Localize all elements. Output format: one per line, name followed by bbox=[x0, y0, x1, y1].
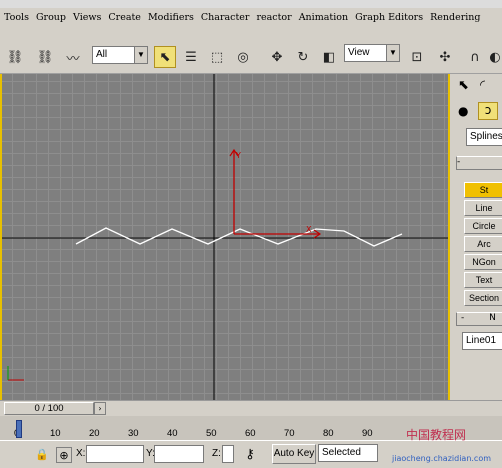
time-slider[interactable]: 0 / 100 › bbox=[0, 400, 502, 416]
tick-label: 70 bbox=[284, 428, 295, 439]
menu-views[interactable]: Views bbox=[69, 12, 104, 23]
z-label: Z: bbox=[212, 448, 221, 459]
window-crossing-icon[interactable]: ◎ bbox=[232, 46, 254, 68]
select-object-icon[interactable]: ⬉ bbox=[154, 46, 176, 68]
modify-tab-icon[interactable]: ◜ bbox=[480, 78, 485, 93]
name-and-color-rollout-header[interactable]: - N bbox=[456, 312, 502, 326]
time-slider-label: 0 / 100 bbox=[34, 403, 64, 414]
window-title-bar bbox=[0, 0, 502, 8]
main-toolbar: ⛓ ⛓ 〰 All ▼ ⬉ ☰ ⬚ ◎ ✥ ↻ ◧ View ▼ ⊡ ✣ ∩ ◐ bbox=[0, 26, 502, 74]
object-name-value: Line01 bbox=[466, 335, 497, 346]
unlink-icon[interactable]: ⛓ bbox=[34, 46, 56, 68]
watermark: 中国教程网 jiaocheng.chazidian.com bbox=[392, 426, 502, 468]
chevron-right-icon[interactable]: › bbox=[94, 402, 106, 415]
select-and-rotate-icon[interactable]: ↻ bbox=[292, 46, 314, 68]
absolute-mode-icon[interactable]: ⊕ bbox=[56, 447, 72, 463]
select-by-name-icon[interactable]: ☰ bbox=[180, 46, 202, 68]
current-frame-marker[interactable] bbox=[16, 420, 22, 438]
command-panel: ⬉ ◜ ● ↄ Splines - St Line Circle Arc NGo… bbox=[452, 74, 502, 400]
menu-bar: Tools Group Views Create Modifiers Chara… bbox=[0, 8, 502, 26]
z-coordinate-field[interactable] bbox=[222, 445, 234, 463]
rectangular-selection-icon[interactable]: ⬚ bbox=[206, 46, 228, 68]
watermark-url: jiaocheng.chazidian.com bbox=[392, 454, 492, 463]
selection-filter-dropdown[interactable]: All ▼ bbox=[92, 46, 148, 64]
menu-modifiers[interactable]: Modifiers bbox=[144, 12, 197, 23]
chevron-down-icon: ▼ bbox=[134, 47, 147, 63]
reference-coordinate-value: View bbox=[348, 47, 370, 58]
ngon-button[interactable]: NGon bbox=[464, 254, 502, 270]
geometry-icon[interactable]: ● bbox=[458, 104, 468, 118]
arc-button[interactable]: Arc bbox=[464, 236, 502, 252]
trackbar-ruler: 0 10 20 30 40 50 60 70 80 90 bbox=[14, 418, 406, 439]
object-name-field[interactable]: Line01 bbox=[462, 332, 502, 350]
menu-graph-editors[interactable]: Graph Editors bbox=[351, 12, 426, 23]
shapes-icon[interactable]: ↄ bbox=[478, 102, 498, 120]
key-icon[interactable]: ⚷ bbox=[242, 447, 258, 463]
zigzag-spline[interactable] bbox=[75, 227, 403, 247]
menu-reactor[interactable]: reactor bbox=[252, 12, 294, 23]
menu-group[interactable]: Group bbox=[32, 12, 69, 23]
watermark-title: 中国教程网 bbox=[406, 428, 467, 442]
viewport-canvas: Y X bbox=[2, 74, 448, 400]
x-label: X: bbox=[76, 448, 86, 459]
angle-snap-icon[interactable]: ◐ bbox=[484, 46, 502, 68]
menu-character[interactable]: Character bbox=[197, 12, 253, 23]
x-coordinate-field[interactable] bbox=[86, 445, 144, 463]
circle-button[interactable]: Circle bbox=[464, 218, 502, 234]
section-button[interactable]: Section bbox=[464, 290, 502, 306]
menu-animation[interactable]: Animation bbox=[295, 12, 351, 23]
tick-label: 20 bbox=[89, 428, 100, 439]
gizmo-x-label: X bbox=[306, 225, 312, 234]
tick-label: 10 bbox=[50, 428, 61, 439]
gizmo-y-label: Y bbox=[235, 151, 241, 160]
object-type-rollout-header[interactable]: - bbox=[456, 156, 502, 170]
select-and-scale-icon[interactable]: ◧ bbox=[318, 46, 340, 68]
tick-label: 80 bbox=[323, 428, 334, 439]
start-new-shape-button[interactable]: St bbox=[464, 182, 502, 198]
text-button[interactable]: Text bbox=[464, 272, 502, 288]
selection-filter-value: All bbox=[96, 49, 108, 60]
link-icon[interactable]: ⛓ bbox=[4, 46, 26, 68]
category-dropdown-value: Splines bbox=[470, 131, 502, 142]
select-manipulate-icon[interactable]: ✣ bbox=[434, 46, 456, 68]
chevron-down-icon: ▼ bbox=[386, 45, 399, 61]
tick-label: 90 bbox=[362, 428, 373, 439]
tick-label: 60 bbox=[245, 428, 256, 439]
y-coordinate-field[interactable] bbox=[154, 445, 204, 463]
time-slider-thumb[interactable]: 0 / 100 bbox=[4, 402, 94, 415]
category-dropdown[interactable]: Splines bbox=[466, 128, 502, 146]
tick-label: 50 bbox=[206, 428, 217, 439]
tick-label: 40 bbox=[167, 428, 178, 439]
rollout-name-label: N bbox=[489, 313, 496, 323]
auto-key-button[interactable]: Auto Key bbox=[272, 444, 316, 464]
bind-spacewarp-icon[interactable]: 〰 bbox=[62, 46, 84, 68]
line-button[interactable]: Line bbox=[464, 200, 502, 216]
lock-selection-icon[interactable]: 🔒 bbox=[34, 447, 50, 463]
menu-create[interactable]: Create bbox=[104, 12, 144, 23]
menu-rendering[interactable]: Rendering bbox=[426, 12, 483, 23]
key-filter-value: Selected bbox=[322, 447, 361, 458]
reference-coordinate-dropdown[interactable]: View ▼ bbox=[344, 44, 400, 62]
create-tab-icon[interactable]: ⬉ bbox=[458, 78, 469, 93]
top-viewport[interactable]: Y X bbox=[0, 74, 450, 400]
select-and-move-icon[interactable]: ✥ bbox=[266, 46, 288, 68]
snap-toggle-icon[interactable]: ∩ bbox=[464, 46, 486, 68]
tick-label: 30 bbox=[128, 428, 139, 439]
pivot-center-icon[interactable]: ⊡ bbox=[406, 46, 428, 68]
menu-tools[interactable]: Tools bbox=[0, 12, 32, 23]
key-filter-dropdown[interactable]: Selected bbox=[318, 444, 378, 462]
